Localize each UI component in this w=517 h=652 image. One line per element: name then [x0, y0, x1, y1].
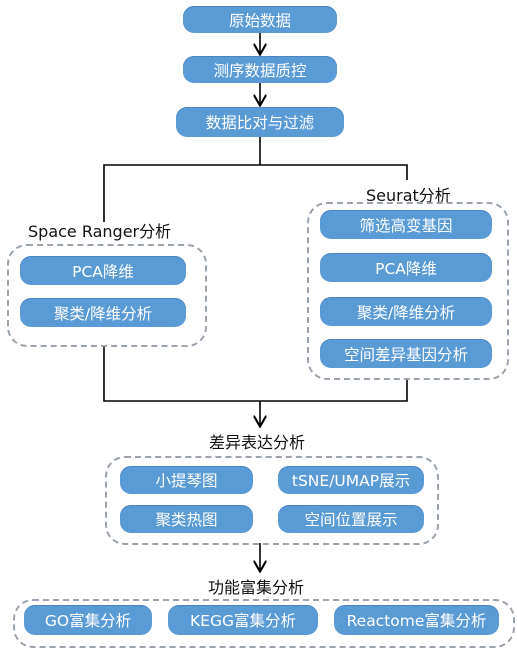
tsne-umap-node: tSNE/UMAP展示 — [278, 466, 424, 494]
sequencing-qc-node: 测序数据质控 — [183, 56, 337, 83]
raw-data-node: 原始数据 — [183, 6, 337, 33]
go-enrichment-node: GO富集分析 — [24, 605, 152, 635]
seurat-pca-node: PCA降维 — [320, 253, 492, 282]
seurat-spatial-de-node: 空间差异基因分析 — [320, 339, 492, 368]
space-ranger-cluster-node: 聚类/降维分析 — [20, 298, 186, 327]
alignment-filter-node: 数据比对与过滤 — [176, 107, 344, 137]
kegg-enrichment-node: KEGG富集分析 — [168, 605, 318, 635]
reactome-enrichment-node: Reactome富集分析 — [334, 605, 499, 635]
seurat-cluster-node: 聚类/降维分析 — [320, 297, 492, 326]
space-ranger-title: Space Ranger分析 — [28, 222, 172, 241]
differential-title: 差异表达分析 — [209, 433, 306, 452]
cluster-heatmap-node: 聚类热图 — [120, 505, 253, 533]
spatial-position-node: 空间位置展示 — [278, 505, 424, 533]
enrichment-title: 功能富集分析 — [208, 578, 305, 597]
space-ranger-pca-node: PCA降维 — [20, 256, 186, 285]
violin-plot-node: 小提琴图 — [120, 466, 253, 494]
seurat-hvg-node: 筛选高变基因 — [320, 210, 492, 239]
